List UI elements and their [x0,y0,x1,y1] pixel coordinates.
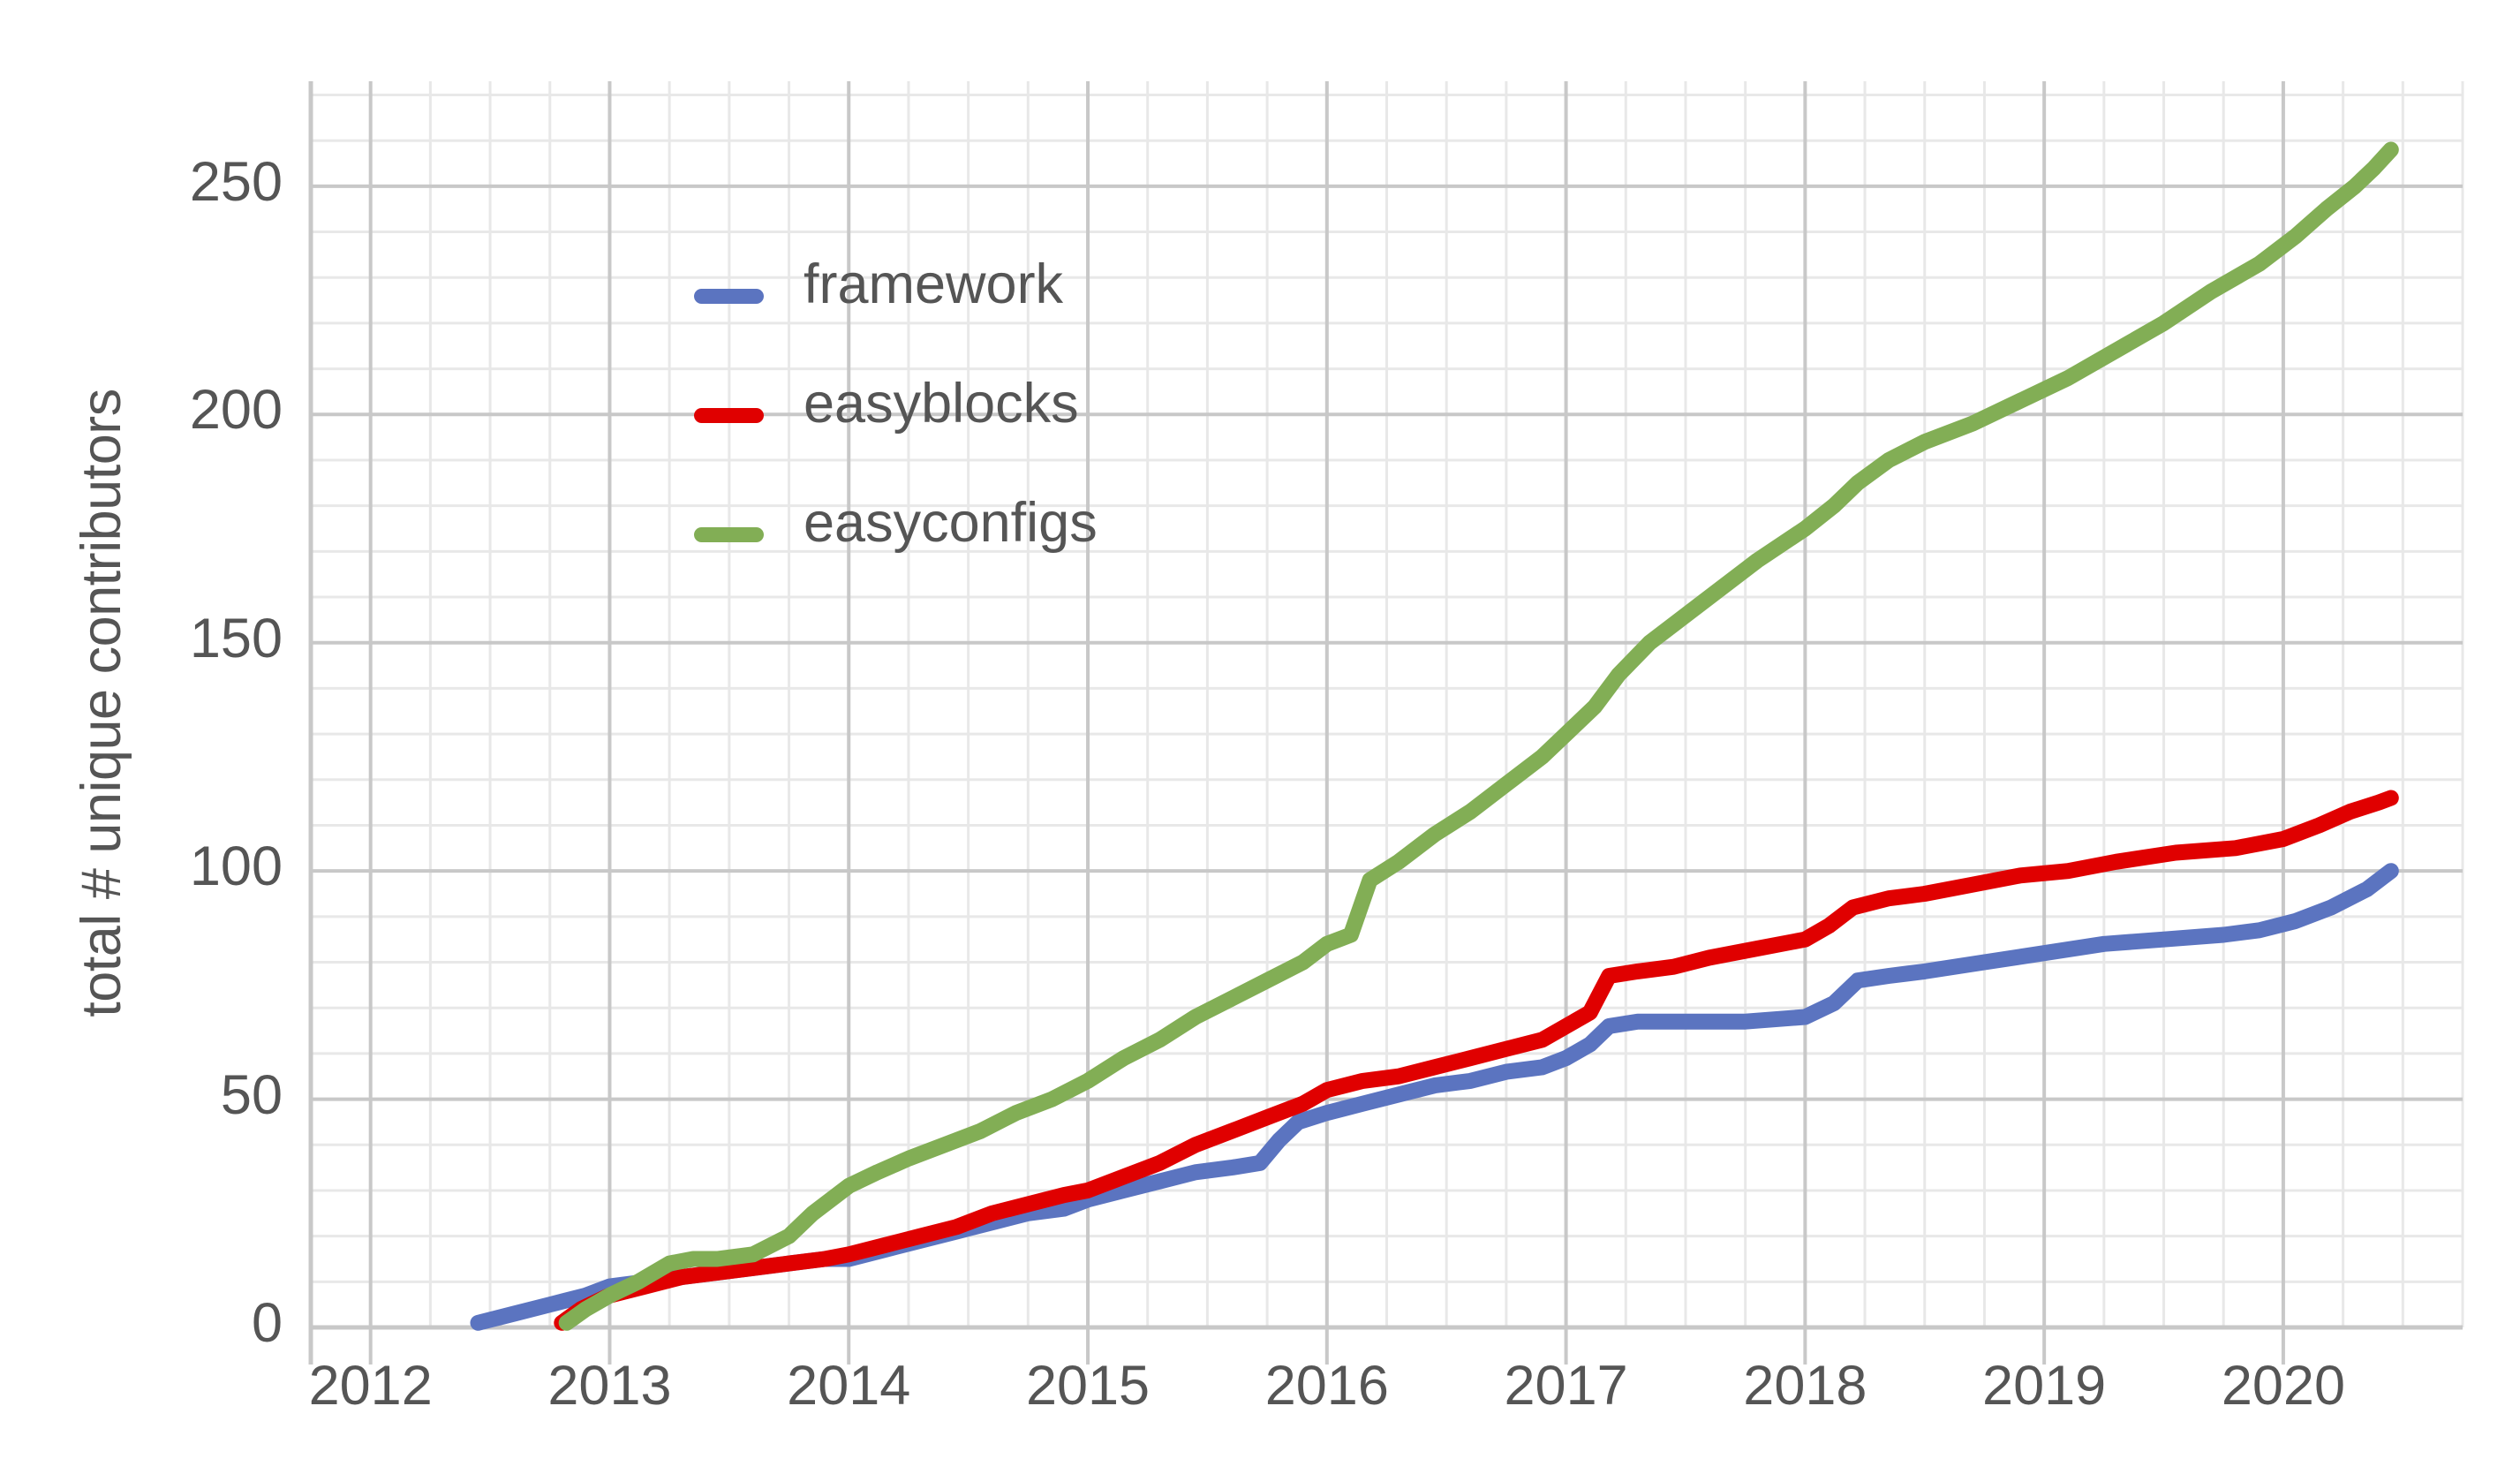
series-line-easyblocks [554,790,2399,1331]
chart-container: total # unique contributors 0 50 100 150 200… [0,0,2520,1459]
legend-label-easyblocks: easyblocks [804,373,1079,435]
minor-gridlines [309,81,2464,1329]
legend-swatch-easyblocks [694,408,764,423]
legend-swatch-framework [694,289,764,304]
legend-label-framework: framework [804,253,1064,315]
series-line-easyconfigs [558,141,2399,1331]
legend-label-easyconfigs: easyconfigs [804,492,1098,554]
legend-swatch-easyconfigs [694,527,764,542]
plot-area [308,81,2464,1365]
